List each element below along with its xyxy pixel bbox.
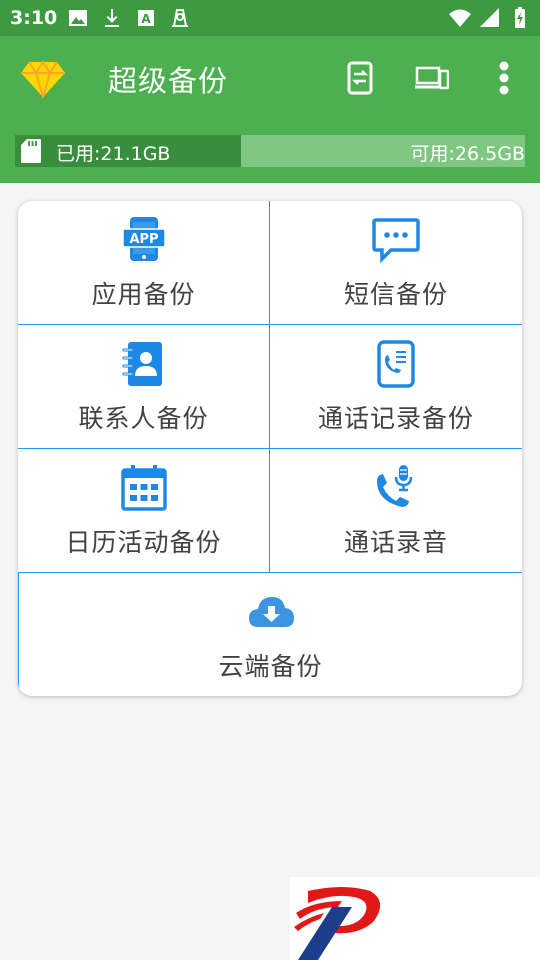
sms-backup-label: 短信备份 [343,280,448,309]
brand-watermark [290,877,540,960]
image-icon [69,10,87,26]
more-options-button[interactable] [484,58,524,98]
download-icon [105,9,119,27]
calendar-backup-label: 日历活动备份 [65,528,222,557]
call-recording-label: 通话录音 [343,528,448,557]
backup-options-card: APP 应用备份 短信备份 联系人备份 通话记录备份 日历活动备份 通话录音 云… [18,201,522,696]
more-vert-icon [499,61,509,95]
app-title: 超级备份 [108,64,229,98]
a-box-icon: A [138,10,154,26]
calendar-backup-button[interactable]: 日历活动备份 [18,449,270,573]
contacts-icon [122,342,162,386]
status-notification-icons: A [66,6,192,30]
devices-icon [415,66,449,90]
cloud-backup-label: 云端备份 [218,652,323,681]
brand-logo-icon [294,887,381,960]
app-backup-button[interactable]: APP 应用备份 [18,201,270,325]
svg-text:A: A [141,12,151,26]
phone-switch-icon [347,61,373,95]
phone-switch-button[interactable] [340,58,380,98]
status-bar: 3:10 A [0,0,540,36]
sms-backup-button[interactable]: 短信备份 [270,201,522,325]
sd-card-icon [21,139,41,163]
contacts-backup-button[interactable]: 联系人备份 [18,325,270,449]
calendar-icon [120,465,167,511]
storage-bar: 已用:21.1GB 可用:26.5GB [15,135,525,167]
call-record-icon [377,465,413,507]
devices-button[interactable] [412,58,452,98]
call-log-icon [377,340,415,388]
app-backup-label: 应用备份 [91,280,196,309]
sms-icon [372,218,420,264]
call-recording-button[interactable]: 通话录音 [270,449,522,573]
storage-free-label: 可用:26.5GB [410,143,525,165]
wifi-icon [449,9,471,27]
storage-used-label: 已用:21.1GB [56,143,171,165]
cloud-backup-button[interactable]: 云端备份 [18,573,522,696]
status-time: 3:10 [10,7,58,29]
cloud-download-icon [248,597,294,627]
contacts-backup-label: 联系人备份 [78,404,209,433]
sim-icon [172,9,188,27]
battery-charging-icon [515,7,525,28]
diamond-icon [21,60,65,98]
call-log-backup-label: 通话记录备份 [317,404,474,433]
app-bar: 超级备份 已用:21.1GB 可用:26.5GB [0,36,540,183]
call-log-backup-button[interactable]: 通话记录备份 [270,325,522,449]
app-icon: APP [121,217,166,261]
svg-text:APP: APP [129,232,158,247]
signal-icon [480,8,499,27]
status-system-icons [448,6,532,30]
